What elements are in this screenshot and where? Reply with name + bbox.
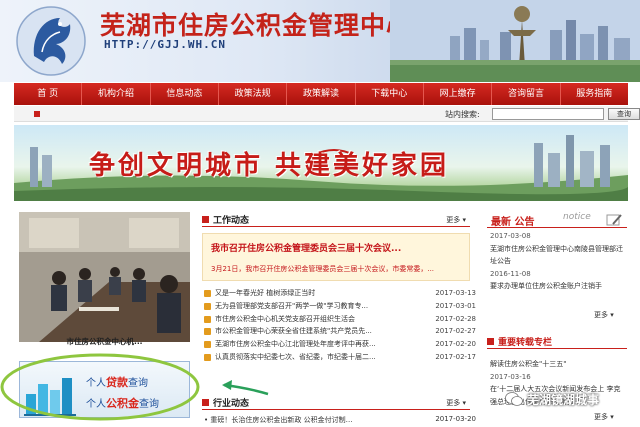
transfer-more-link[interactable]: 更多 ▾ (594, 412, 614, 422)
site-header: 芜湖市住房公积金管理中心 HTTP://GJJ.WH.CN (0, 0, 640, 82)
work-news-header: 工作动态 更多 ▾ (202, 213, 470, 227)
fund-query-suffix: 查询 (139, 399, 159, 410)
news-bullet-icon (204, 302, 211, 310)
work-news-title: 工作动态 (213, 216, 250, 226)
nav-online-deposit[interactable]: 网上缴存 (424, 83, 493, 105)
wechat-icon (505, 392, 523, 406)
wechat-watermark: 芜湖镜湖城事 (505, 389, 637, 411)
main-nav: 首 页 机构介绍 信息动态 政策法规 政策解读 下载中心 网上缴存 咨询留言 服… (14, 83, 628, 105)
banner-slogan: 争创文明城市 共建美好家园 (89, 151, 450, 181)
personal-query-box: 个人贷款查询 个人公积金查询 (19, 361, 190, 418)
list-item[interactable]: 又是一年春光好 植树添绿正当时 2017-03-13 (204, 287, 478, 300)
bar-chart-icon (24, 378, 76, 416)
news-title[interactable]: 市公积金管理中心荣获全省住建系统"共产党员先... (215, 325, 372, 338)
work-news-list: 又是一年春光好 植树添绿正当时 2017-03-13 无为县管理部党支部召开"两学… (204, 287, 478, 364)
news-title[interactable]: 芜湖市住房公积金中心江北管理处年度考评中再获... (215, 338, 376, 351)
news-title[interactable]: 认真贯彻落实中纪委七次、省纪委，市纪委十届二... (215, 351, 376, 364)
search-label: 站内搜索: (445, 110, 480, 119)
list-item[interactable]: 市公积金管理中心荣获全省住建系统"共产党员先... 2017-02-27 (204, 325, 478, 338)
notice-item[interactable]: 要求办理单位住房公积金账户注销手 (490, 280, 626, 293)
notice-header: 最新 公告 notice (487, 212, 627, 228)
news-date: 2017-02-17 (435, 352, 476, 361)
news-date: 2017-03-01 (435, 301, 476, 310)
notice-title: 最新 公告 (491, 217, 535, 228)
city-skyline-image (390, 0, 640, 82)
industry-news-text[interactable]: • 重磅！长治住房公积金出新政 公积金付讨制… (204, 416, 353, 424)
section-bullet-icon (202, 399, 209, 406)
photo-caption[interactable]: 市住房公积金中心机... (19, 336, 190, 347)
news-title[interactable]: 市住房公积金中心机关党支部召开组织生活会 (215, 313, 355, 326)
loan-query-prefix: 个人 (86, 378, 106, 389)
industry-news-more-link[interactable]: 更多 ▾ (446, 398, 466, 408)
nav-consult[interactable]: 咨询留言 (492, 83, 561, 105)
search-bar: 站内搜索: 查询 (14, 106, 640, 122)
bullet-icon (34, 111, 40, 117)
list-item[interactable]: 无为县管理部党支部召开"两学一做"学习教育专... 2017-03-01 (204, 300, 478, 313)
nav-news[interactable]: 信息动态 (151, 83, 219, 105)
site-url: HTTP://GJJ.WH.CN (104, 38, 226, 51)
transfer-date: 2017-03-16 (490, 372, 531, 381)
news-bullet-icon (204, 290, 211, 297)
news-date: 2017-02-28 (435, 314, 476, 323)
industry-news-title: 行业动态 (213, 399, 250, 409)
meeting-photo[interactable] (19, 212, 190, 342)
news-date: 2017-03-13 (435, 289, 476, 297)
news-title[interactable]: 又是一年春光好 植树添绿正当时 (215, 287, 315, 300)
news-title[interactable]: 无为县管理部党支部召开"两学一做"学习教育专... (215, 300, 368, 313)
news-bullet-icon (204, 328, 211, 336)
nav-home[interactable]: 首 页 (14, 83, 83, 105)
fund-query-highlight: 公积金 (106, 397, 139, 410)
nav-service-guide[interactable]: 服务指南 (561, 83, 628, 105)
news-bullet-icon (204, 315, 211, 323)
loan-query-link[interactable]: 个人贷款查询 (86, 374, 148, 390)
notice-date: 2017-03-08 (490, 232, 531, 240)
work-news-more-link[interactable]: 更多 ▾ (446, 215, 466, 225)
fund-query-link[interactable]: 个人公积金查询 (86, 395, 159, 411)
meeting-photo-image (19, 212, 190, 342)
section-bullet-icon (202, 216, 209, 223)
industry-news-item[interactable]: • 重磅！长治住房公积金出新政 公积金付讨制… 2017-03-20 (204, 415, 478, 427)
news-date: 2017-02-20 (435, 340, 476, 349)
headline-title[interactable]: 我市召开住房公积金管理委员会三届十次会议... (211, 241, 401, 254)
industry-news-header: 行业动态 更多 ▾ (202, 396, 470, 410)
list-item[interactable]: 市住房公积金中心机关党支部召开组织生活会 2017-02-28 (204, 313, 478, 326)
news-bullet-icon (204, 353, 211, 361)
notice-item[interactable]: 芜湖市住房公积金管理中心南陵县管理部迁址公告 (490, 243, 626, 268)
headline-description: 3月21日，我市召开住房公积金管理委员会三届十次会议，市委常委，... (211, 265, 435, 273)
notice-more-link[interactable]: 更多 ▾ (594, 310, 614, 320)
fund-query-prefix: 个人 (86, 399, 106, 410)
industry-news-date: 2017-03-20 (435, 415, 476, 423)
promo-banner[interactable]: 争创文明城市 共建美好家园 (14, 125, 628, 201)
loan-query-highlight: 贷款 (106, 376, 128, 389)
watermark-text: 芜湖镜湖城事 (527, 393, 600, 407)
site-title: 芜湖市住房公积金管理中心 (100, 11, 413, 40)
headline-news[interactable]: 我市召开住房公积金管理委员会三届十次会议... 3月21日，我市召开住房公积金管… (202, 233, 470, 281)
phoenix-logo-icon (16, 6, 86, 76)
nav-policy[interactable]: 政策法规 (219, 83, 288, 105)
loan-query-suffix: 查询 (128, 378, 148, 389)
news-date: 2017-02-27 (435, 327, 476, 336)
list-item[interactable]: 认真贯彻落实中纪委七次、省纪委，市纪委十届二... 2017-02-17 (204, 351, 478, 364)
nav-about[interactable]: 机构介绍 (82, 83, 151, 105)
pencil-icon (606, 214, 622, 226)
nav-policy-interpretation[interactable]: 政策解读 (287, 83, 356, 105)
transfer-title: 重要转载专栏 (498, 338, 553, 348)
nav-download[interactable]: 下载中心 (356, 83, 424, 105)
notice-word-decor: notice (563, 212, 591, 222)
notice-date: 2016-11-08 (490, 269, 531, 278)
news-bullet-icon (204, 341, 211, 349)
transfer-item[interactable]: 解读住房公积金"十三五" (490, 358, 626, 371)
search-button[interactable]: 查询 (608, 108, 640, 120)
notice-list: 2017-03-08 芜湖市住房公积金管理中心南陵县管理部迁址公告 2016-1… (490, 230, 626, 293)
search-input[interactable] (492, 108, 604, 120)
transfer-header: 重要转载专栏 (487, 335, 627, 349)
list-item[interactable]: 芜湖市住房公积金中心江北管理处年度考评中再获... 2017-02-20 (204, 338, 478, 351)
section-bullet-icon (487, 338, 494, 345)
